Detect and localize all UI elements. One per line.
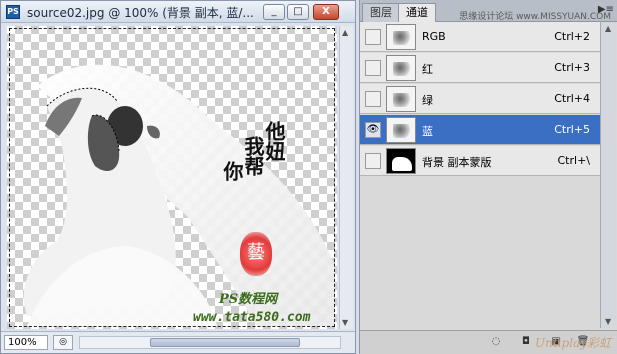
channel-shortcut: Ctrl+5 xyxy=(554,123,590,136)
channel-row[interactable]: RGB Ctrl+2 xyxy=(360,22,600,52)
scroll-up-icon[interactable]: ▲ xyxy=(342,28,351,37)
channel-name: RGB xyxy=(422,30,446,43)
vertical-scrollbar[interactable]: ▲ ▼ xyxy=(339,26,353,329)
channel-name: 红 xyxy=(422,63,433,76)
channel-row[interactable]: 红 Ctrl+3 xyxy=(360,53,600,83)
maximize-button[interactable]: □ xyxy=(287,4,309,20)
channel-shortcut: Ctrl+2 xyxy=(554,30,590,43)
eye-visibility-icon[interactable]: 👁 xyxy=(365,122,381,138)
tab-channels[interactable]: 通道 xyxy=(398,3,436,22)
document-window: PS source02.jpg @ 100% (背景 副本, 蓝/... _ □… xyxy=(0,0,356,354)
selection-marquee xyxy=(9,28,335,327)
channel-name: 绿 xyxy=(422,94,433,107)
zoom-field[interactable]: 100% xyxy=(4,335,48,350)
visibility-toggle[interactable] xyxy=(365,153,381,169)
channel-shortcut: Ctrl+\ xyxy=(557,154,591,167)
thumbnail-preview xyxy=(393,62,411,76)
channel-name: 背景 副本蒙版 xyxy=(422,156,492,169)
status-bar: 100% ◎ xyxy=(1,331,355,353)
channels-panel: 图层 通道 ▶≡ 思缘设计论坛 www.MISSYUAN.COM RGB Ctrl… xyxy=(359,0,617,354)
thumbnail-preview xyxy=(393,124,411,138)
channel-thumbnail xyxy=(386,55,416,81)
horizontal-scrollbar[interactable] xyxy=(79,336,341,349)
channel-thumbnail xyxy=(386,117,416,143)
save-selection-icon[interactable]: ◘ xyxy=(518,335,534,350)
panel-scroll-up-icon[interactable]: ▲ xyxy=(605,24,611,33)
channel-row[interactable]: 绿 Ctrl+4 xyxy=(360,84,600,114)
channel-shortcut: Ctrl+4 xyxy=(554,92,590,105)
tab-layers[interactable]: 图层 xyxy=(362,3,400,22)
visibility-toggle[interactable] xyxy=(365,29,381,45)
channel-name: 蓝 xyxy=(422,125,433,138)
photoshop-icon: PS xyxy=(6,5,20,19)
photoshop-screen: PS source02.jpg @ 100% (背景 副本, 蓝/... _ □… xyxy=(0,0,617,354)
channel-row[interactable]: 背景 副本蒙版 Ctrl+\ xyxy=(360,146,600,176)
thumbnail-preview xyxy=(393,93,411,107)
red-seal: 藝 xyxy=(240,232,272,276)
panel-scrollbar[interactable]: ▲ ▼ xyxy=(600,22,616,328)
calligraphy-col3: 你 xyxy=(220,161,244,181)
thumbnail-preview xyxy=(393,31,411,45)
close-button[interactable]: X xyxy=(313,4,339,20)
channel-row[interactable]: 👁 蓝 Ctrl+5 xyxy=(360,115,600,145)
visibility-toggle[interactable] xyxy=(365,91,381,107)
document-title: source02.jpg @ 100% (背景 副本, 蓝/... xyxy=(27,6,254,20)
visibility-toggle[interactable] xyxy=(365,60,381,76)
channel-thumbnail xyxy=(386,24,416,50)
image-canvas[interactable]: 他妞 我帮 你 藝 PS数程网 www.tata580.com xyxy=(7,26,337,329)
watermark-top: 思缘设计论坛 www.MISSYUAN.COM xyxy=(459,12,611,22)
panel-scroll-down-icon[interactable]: ▼ xyxy=(605,317,611,326)
document-titlebar[interactable]: PS source02.jpg @ 100% (背景 副本, 蓝/... _ □… xyxy=(1,1,355,23)
status-info-icon[interactable]: ◎ xyxy=(53,335,73,350)
channel-shortcut: Ctrl+3 xyxy=(554,61,590,74)
watermark-bottom: Untiplay彩虹 xyxy=(535,336,611,350)
site-url-text: www.tata580.com xyxy=(193,310,311,325)
minimize-button[interactable]: _ xyxy=(263,4,285,20)
scroll-down-icon[interactable]: ▼ xyxy=(342,318,351,327)
scroll-thumb[interactable] xyxy=(150,338,300,347)
thumbnail-preview xyxy=(392,157,412,171)
site-name-text: PS数程网 xyxy=(219,292,278,307)
channel-thumbnail xyxy=(386,148,416,174)
channel-thumbnail xyxy=(386,86,416,112)
load-selection-icon[interactable]: ◌ xyxy=(488,335,504,350)
